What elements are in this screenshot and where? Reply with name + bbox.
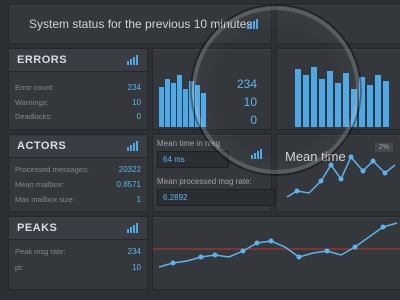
peaks-line-chart bbox=[153, 222, 400, 268]
signal-bars-icon[interactable] bbox=[127, 141, 139, 151]
errors-title: ERRORS bbox=[17, 54, 68, 66]
mean-time-field: 64 ms bbox=[157, 151, 229, 168]
errors-panel: ERRORS Error count: 234 Warnings: 10 Deadl… bbox=[8, 48, 148, 130]
stat-row: Max mailbox size: 1 bbox=[15, 195, 141, 204]
stat-row: Deadlocks: 0 bbox=[15, 112, 141, 121]
stat-row: pt: 10 bbox=[15, 263, 141, 272]
stat-row: Warnings: 10 bbox=[15, 98, 141, 107]
actors-title: ACTORS bbox=[17, 140, 67, 152]
stat-row: Processed messages: 20322 bbox=[15, 165, 141, 174]
signal-bars-icon[interactable] bbox=[127, 55, 139, 65]
peaks-chart-panel bbox=[152, 216, 400, 290]
peaks-panel: PEAKS Peak msg rate: 234 pt: 10 bbox=[8, 216, 148, 290]
peaks-series bbox=[158, 222, 398, 268]
stat-row: Peak msg rate: 234 bbox=[15, 247, 141, 256]
magnifier-lens bbox=[192, 6, 360, 174]
stat-row: Error count: 234 bbox=[15, 83, 141, 92]
mean-processed-field: 6.2892 bbox=[157, 189, 275, 206]
signal-bars-icon[interactable] bbox=[127, 223, 139, 233]
actors-panel: ACTORS Processed messages: 20322 Mean mai… bbox=[8, 134, 148, 212]
stat-row: Mean mailbox: 0.8571 bbox=[15, 180, 141, 189]
peaks-title: PEAKS bbox=[17, 222, 58, 234]
mean-processed-label: Mean processed msg rate: bbox=[157, 177, 252, 186]
peaks-points bbox=[170, 224, 386, 266]
